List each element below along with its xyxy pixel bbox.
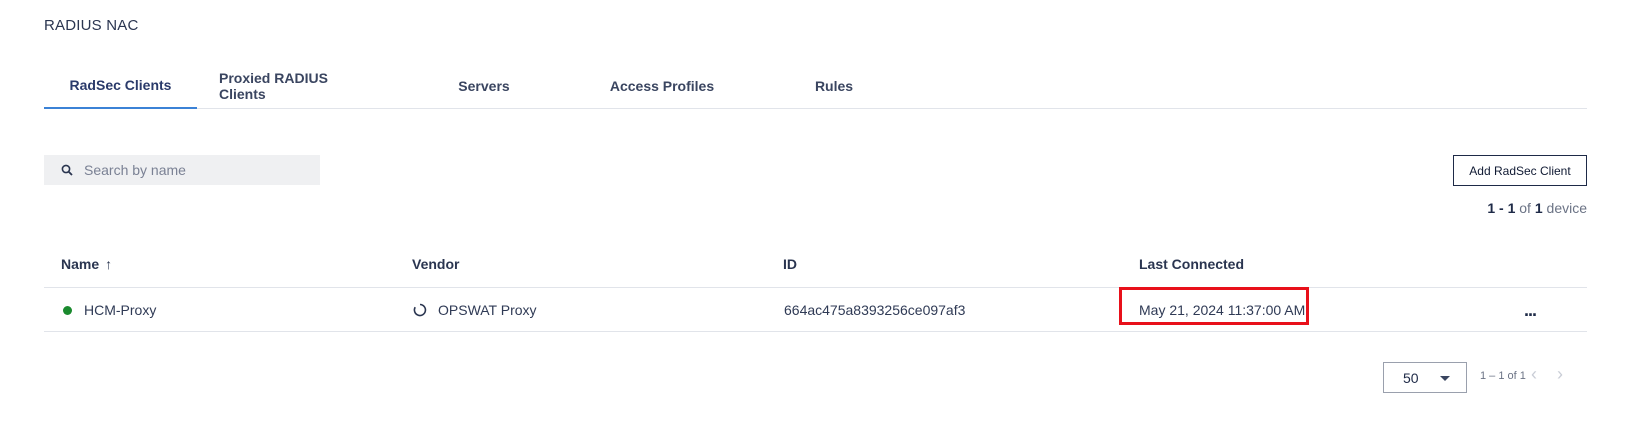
client-name[interactable]: HCM-Proxy (84, 302, 156, 318)
table-row[interactable]: HCM-Proxy OPSWAT Proxy 664ac475a8393256c… (44, 287, 1587, 332)
count-total: 1 (1534, 200, 1543, 216)
page-size-value: 50 (1403, 369, 1419, 386)
tab-servers[interactable]: Servers (434, 62, 534, 109)
next-page-icon[interactable]: › (1557, 364, 1563, 385)
column-header-last-connected[interactable]: Last Connected (1139, 240, 1244, 288)
highlight-box (1119, 287, 1309, 325)
column-header-vendor[interactable]: Vendor (412, 240, 459, 288)
clients-table: Name ↑ Vendor ID Last Connected HCM-Prox… (44, 240, 1587, 332)
chevron-down-icon (1440, 376, 1450, 381)
result-count: 1 - 1 of 1 device (1487, 200, 1587, 216)
page-size-select[interactable]: 50 (1383, 362, 1467, 393)
column-label-name: Name (61, 256, 100, 272)
more-actions-icon[interactable]: ... (1524, 288, 1537, 332)
status-online-icon (63, 305, 72, 315)
cell-id: 664ac475a8393256ce097af3 (784, 302, 966, 318)
table-header: Name ↑ Vendor ID Last Connected (44, 240, 1587, 288)
add-radsec-client-button[interactable]: Add RadSec Client (1453, 155, 1587, 186)
cell-vendor: OPSWAT Proxy (413, 288, 537, 332)
tab-radsec-clients[interactable]: RadSec Clients (44, 62, 197, 109)
search-box[interactable] (44, 155, 320, 185)
cell-name: HCM-Proxy (63, 288, 156, 332)
tab-access-profiles[interactable]: Access Profiles (587, 62, 737, 109)
page-title: RADIUS NAC (44, 17, 139, 34)
previous-page-icon[interactable]: ‹ (1531, 364, 1537, 385)
tab-rules[interactable]: Rules (784, 62, 884, 109)
vendor-name: OPSWAT Proxy (438, 302, 537, 318)
column-header-id[interactable]: ID (783, 240, 797, 288)
spinner-icon (413, 303, 427, 317)
count-range: 1 - 1 (1487, 200, 1516, 216)
search-input[interactable] (84, 162, 304, 178)
pagination-range: 1 – 1 of 1 (1480, 370, 1526, 382)
count-of: of (1519, 200, 1531, 216)
tab-proxied-radius-clients[interactable]: Proxied RADIUS Clients (219, 62, 371, 109)
sort-ascending-icon: ↑ (105, 256, 113, 272)
count-unit: device (1546, 200, 1587, 216)
search-icon (61, 164, 73, 176)
tab-bar: RadSec Clients Proxied RADIUS Clients Se… (44, 62, 1587, 109)
column-header-name[interactable]: Name ↑ (61, 240, 112, 288)
